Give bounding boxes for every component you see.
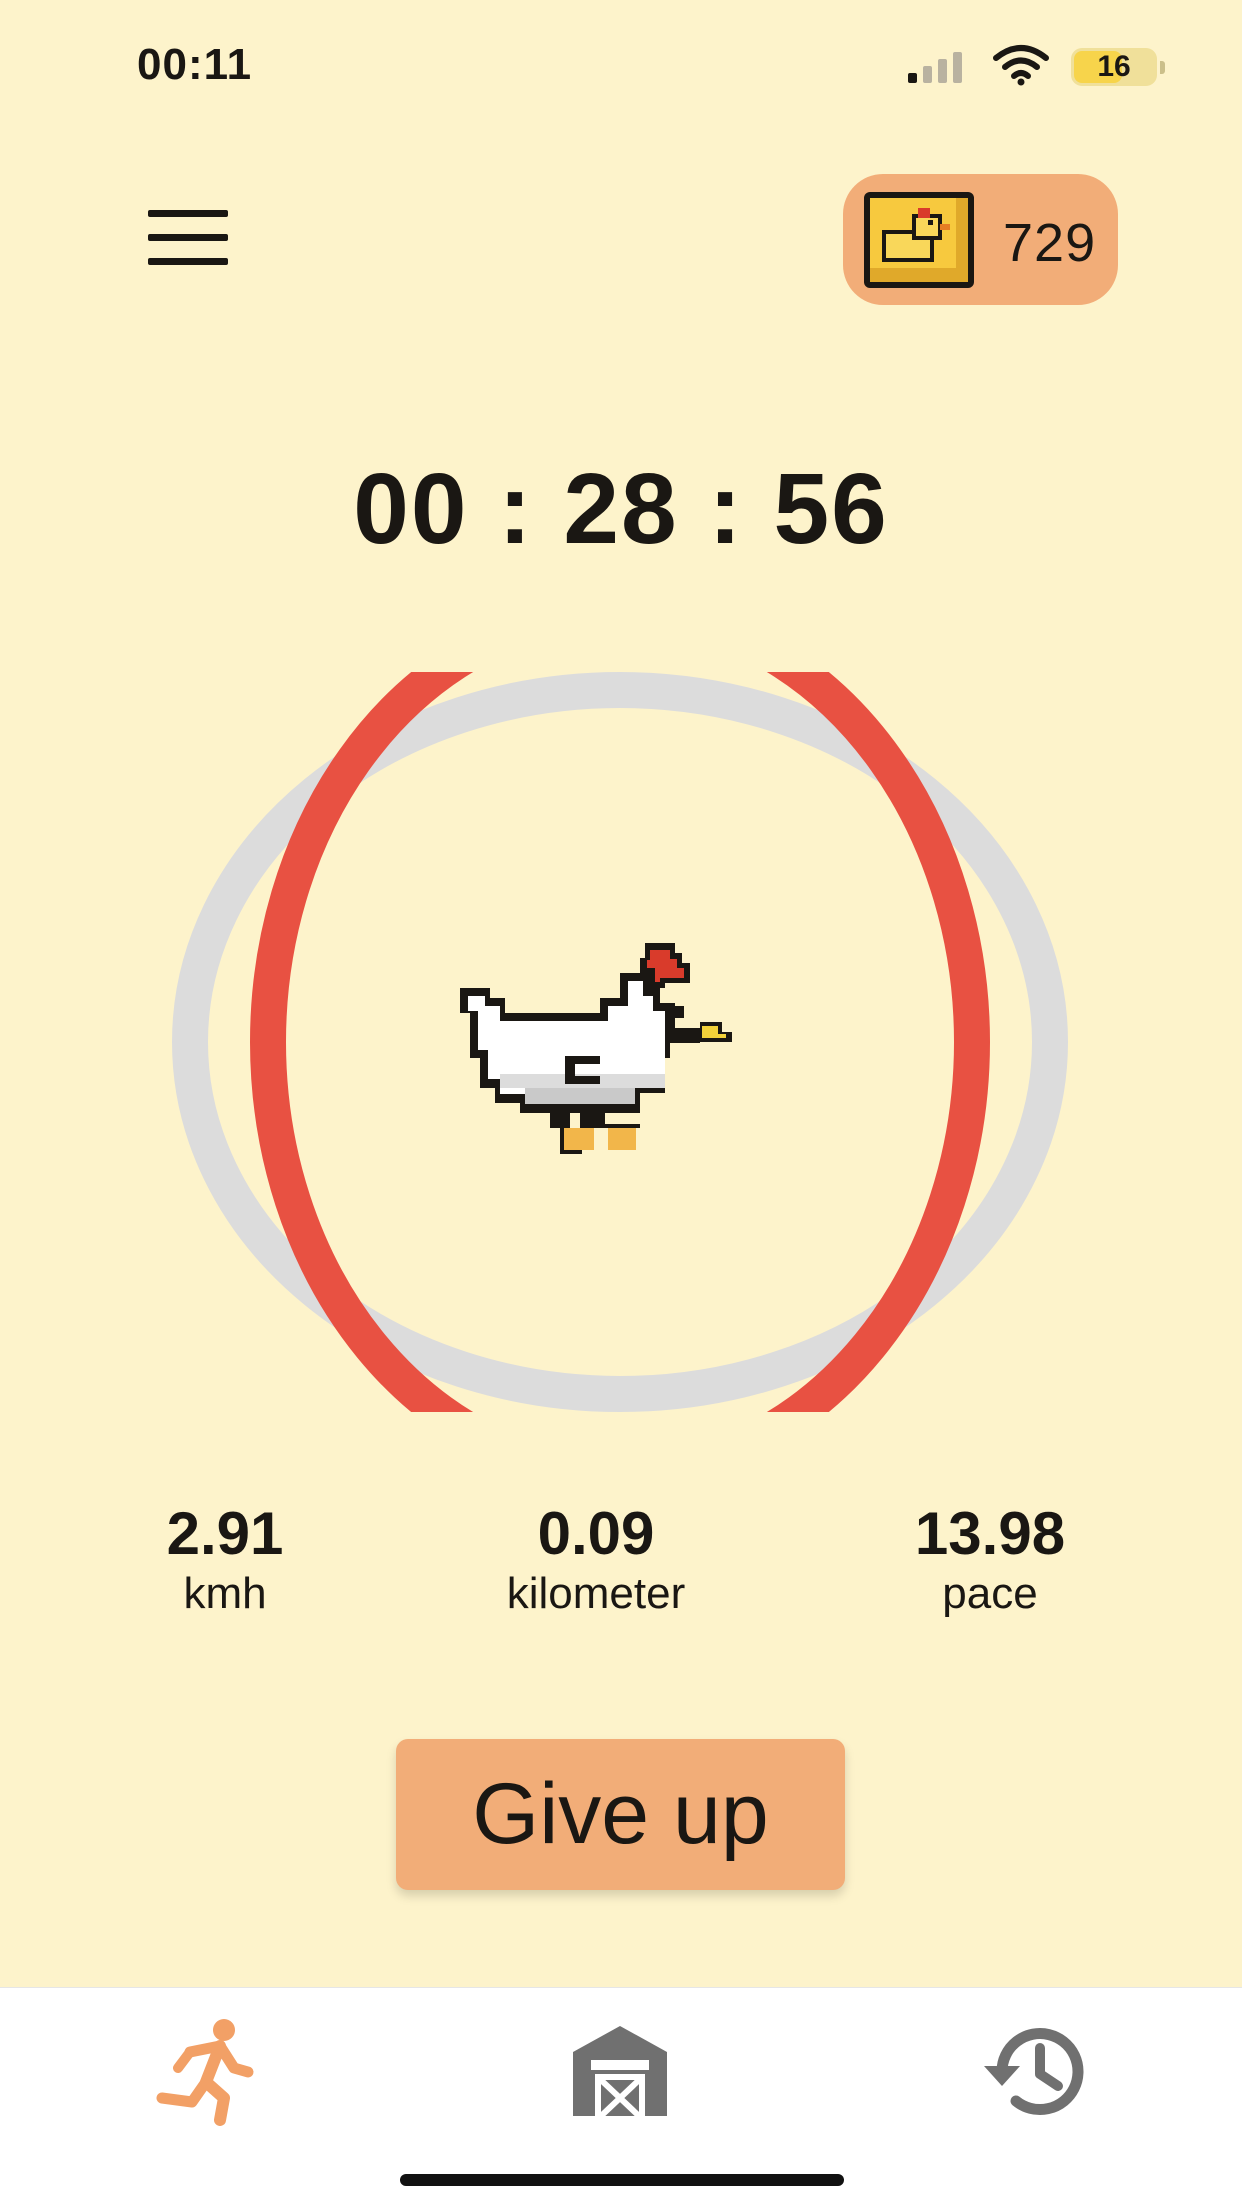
stat-speed: 2.91 kmh bbox=[75, 1500, 375, 1620]
wifi-icon bbox=[993, 45, 1049, 86]
stat-value: 2.91 bbox=[166, 1500, 284, 1567]
stat-value: 0.09 bbox=[537, 1500, 655, 1567]
give-up-button[interactable]: Give up bbox=[396, 1739, 845, 1890]
home-indicator[interactable] bbox=[400, 2174, 844, 2186]
stat-pace: 13.98 pace bbox=[840, 1500, 1140, 1620]
battery-level: 16 bbox=[1097, 50, 1131, 83]
coin-count: 729 bbox=[1003, 213, 1097, 273]
stat-distance: 0.09 kilometer bbox=[446, 1500, 746, 1620]
status-time: 00:11 bbox=[137, 40, 253, 89]
stat-label: pace bbox=[942, 1569, 1038, 1618]
stat-value: 13.98 bbox=[914, 1500, 1066, 1567]
history-icon[interactable] bbox=[980, 2016, 1090, 2126]
running-icon[interactable] bbox=[150, 2016, 260, 2126]
menu-icon[interactable] bbox=[148, 210, 228, 266]
stat-label: kilometer bbox=[506, 1569, 686, 1618]
barn-icon[interactable] bbox=[565, 2016, 675, 2126]
chicken-coin-icon bbox=[864, 192, 974, 288]
battery-icon: 16 bbox=[1071, 48, 1165, 86]
chicken-sprite bbox=[460, 943, 732, 1154]
coin-balance[interactable]: 729 bbox=[843, 174, 1118, 305]
stat-label: kmh bbox=[183, 1569, 267, 1618]
cellular-signal-icon bbox=[908, 52, 968, 83]
elapsed-timer: 00 : 28 : 56 bbox=[353, 453, 889, 565]
